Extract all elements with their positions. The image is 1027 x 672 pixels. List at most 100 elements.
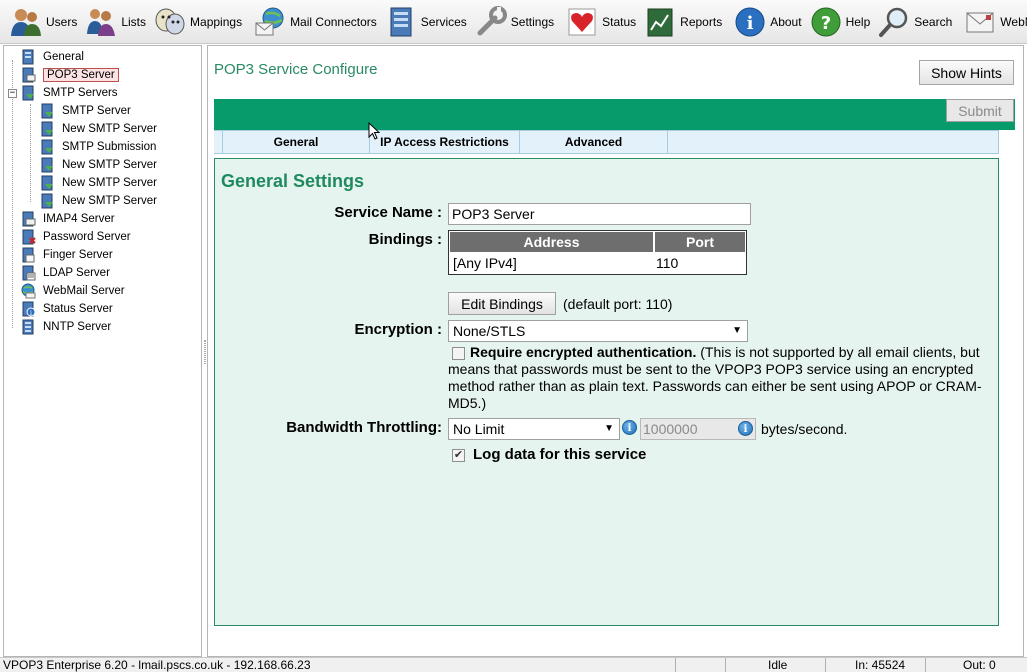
toolbar-lists-label: Lists (121, 14, 147, 29)
service-name-input[interactable] (448, 203, 751, 225)
toolbar-about-button[interactable]: i About (732, 2, 807, 42)
mappings-icon (155, 8, 185, 34)
imap4-server-icon (22, 211, 36, 227)
chevron-down-icon: ▼ (604, 423, 614, 434)
bindings-table-header: Address Port (450, 232, 745, 252)
tab-advanced[interactable]: Advanced (520, 131, 668, 153)
status-out-count: Out: 0 (963, 658, 996, 672)
search-icon (879, 7, 908, 37)
log-data-checkbox[interactable]: ✔ (452, 449, 465, 462)
tree-item-label: SMTP Server (62, 105, 131, 117)
about-icon: i (735, 7, 765, 36)
toolbar-users-label: Users (46, 14, 78, 29)
help-icon: ? (811, 7, 841, 36)
tree-item-label: POP3 Server (43, 68, 119, 82)
tree-item-nntp-server[interactable]: NNTP Server (20, 318, 111, 336)
toolbar-help-button[interactable]: ? Help (808, 2, 877, 42)
toolbar-users-button[interactable]: Users (8, 2, 83, 42)
smtp-server-icon (41, 139, 53, 155)
status-divider (825, 658, 826, 672)
tree-item-new-smtp-server[interactable]: New SMTP Server (39, 120, 157, 138)
tree-item-ldap-server[interactable]: LDAP Server (20, 264, 110, 282)
users-icon (11, 8, 41, 36)
encryption-select-value: None/STLS (453, 323, 526, 339)
tree-item-general[interactable]: General (20, 48, 84, 66)
smtp-servers-icon (22, 85, 34, 101)
status-icon (568, 8, 596, 35)
tree-item-new-smtp-server[interactable]: New SMTP Server (39, 156, 157, 174)
main-panel: POP3 Service Configure Show Hints Submit… (207, 45, 1024, 657)
splitter-grip[interactable] (204, 340, 206, 364)
service-name-label: Service Name : (334, 204, 442, 221)
toolbar-lists-button[interactable]: Lists (83, 2, 152, 42)
tree-item-label: WebMail Server (43, 285, 125, 297)
tree-item-finger-server[interactable]: Finger Server (20, 246, 113, 264)
webmail-server-icon (21, 283, 36, 299)
password-server-icon (22, 229, 36, 245)
submit-button[interactable]: Submit (946, 99, 1014, 122)
tree-item-status-server[interactable]: i Status Server (20, 300, 113, 318)
status-info: VPOP3 Enterprise 6.20 - lmail.pscs.co.uk… (3, 658, 311, 672)
toolbar-mappings-label: Mappings (190, 14, 243, 29)
tree-item-password-server[interactable]: Password Server (20, 228, 131, 246)
server-icon (22, 49, 34, 65)
tab-ip-access-restrictions[interactable]: IP Access Restrictions (370, 131, 520, 153)
webmail-icon (966, 12, 994, 32)
toolbar-search-label: Search (914, 14, 953, 29)
tree-item-label: New SMTP Server (62, 195, 158, 207)
show-hints-button[interactable]: Show Hints (919, 60, 1014, 85)
tree-item-new-smtp-server[interactable]: New SMTP Server (39, 192, 157, 210)
reports-icon (647, 8, 673, 36)
toolbar-services-button[interactable]: Services (383, 2, 473, 42)
tree-item-label: Password Server (43, 231, 131, 243)
tree-item-imap4-server[interactable]: IMAP4 Server (20, 210, 115, 228)
tree-item-smtp-server[interactable]: SMTP Server (39, 102, 131, 120)
status-divider (675, 658, 676, 672)
info-icon[interactable]: i (738, 421, 753, 436)
tree-item-label: SMTP Servers (43, 87, 118, 99)
encryption-select[interactable]: None/STLS ▼ (448, 320, 748, 342)
edit-bindings-button[interactable]: Edit Bindings (448, 292, 556, 315)
toolbar-webmail-label: WebMail (1000, 14, 1027, 29)
tree-item-label: SMTP Submission (62, 141, 157, 153)
bandwidth-throttling-select[interactable]: No Limit ▼ (448, 418, 620, 440)
toolbar-status-button[interactable]: Status (564, 2, 642, 42)
toolbar-reports-button[interactable]: Reports (642, 2, 728, 42)
smtp-server-icon (41, 157, 53, 173)
require-encrypted-auth-text: Require encrypted authentication. (This … (448, 344, 988, 412)
tree-item-label: Finger Server (43, 249, 113, 261)
section-title: General Settings (221, 171, 365, 191)
status-server-icon: i (22, 301, 36, 317)
chevron-down-icon: ▼ (732, 325, 742, 336)
toolbar-search-button[interactable]: Search (876, 2, 958, 42)
finger-server-icon (22, 247, 35, 263)
tree-item-webmail-server[interactable]: WebMail Server (20, 282, 125, 300)
tree-item-label: New SMTP Server (62, 159, 158, 171)
tree-item-label: New SMTP Server (62, 123, 158, 135)
smtp-server-icon (41, 103, 53, 119)
tree-item-new-smtp-server[interactable]: New SMTP Server (39, 174, 157, 192)
tree-item-smtp-submission[interactable]: SMTP Submission (39, 138, 156, 156)
tree-item-smtp-servers[interactable]: SMTP Servers (20, 84, 118, 102)
navigation-tree: General POP3 Server SMTP Servers − SMTP … (3, 45, 202, 657)
tree-item-pop3-server[interactable]: POP3 Server (20, 66, 119, 84)
svg-text:?: ? (820, 13, 830, 34)
tab-general[interactable]: General (222, 131, 370, 153)
tree-collapse-toggle[interactable]: − (8, 89, 17, 98)
encryption-label: Encryption : (354, 321, 442, 338)
toolbar-services-label: Services (420, 14, 467, 29)
tree-item-label: IMAP4 Server (43, 213, 115, 225)
page-title: POP3 Service Configure (214, 61, 378, 78)
toolbar-settings-button[interactable]: Settings (473, 2, 560, 42)
mouse-cursor-icon (368, 122, 380, 140)
services-icon (390, 7, 412, 36)
action-bar (214, 99, 1015, 130)
binding-port-cell: 110 (656, 255, 679, 271)
lists-icon (87, 8, 116, 36)
tree-item-label: General (43, 51, 84, 63)
toolbar-help-label: Help (845, 14, 871, 29)
toolbar-webmail-button[interactable]: WebMail (962, 2, 1027, 42)
toolbar-mail-connectors-button[interactable]: Mail Connectors (252, 2, 383, 42)
info-icon[interactable]: i (622, 420, 637, 435)
toolbar-mappings-button[interactable]: Mappings (152, 2, 248, 42)
